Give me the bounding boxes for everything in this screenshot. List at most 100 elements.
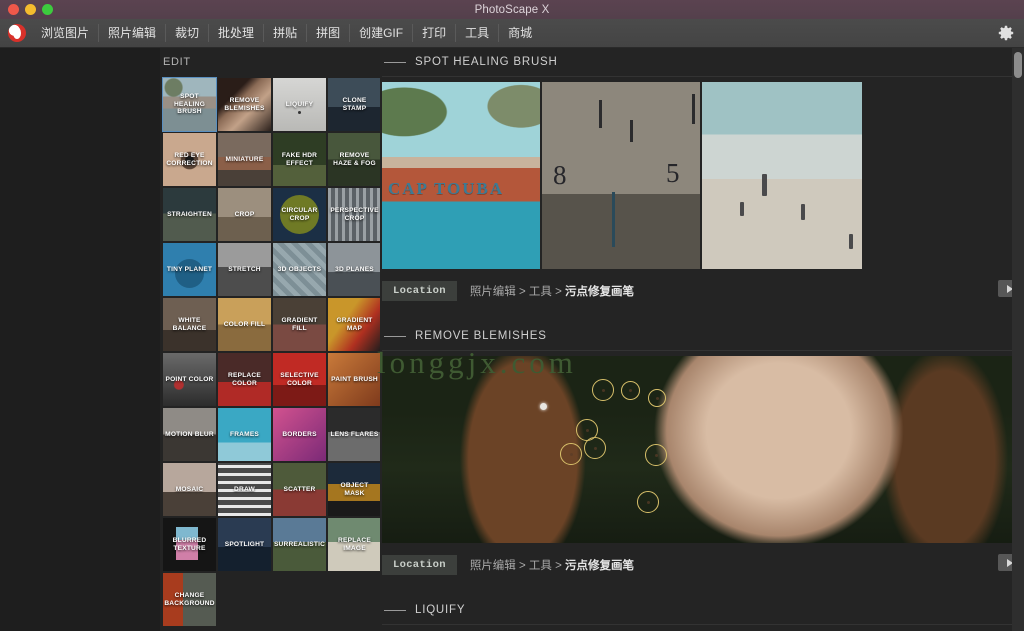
location-label: Location [382, 281, 457, 301]
tool-thumbnail[interactable]: TINY PLANET [163, 243, 216, 296]
tool-thumbnail[interactable]: SELECTIVE COLOR [273, 353, 326, 406]
tool-thumbnail[interactable]: OBJECT MASK [328, 463, 380, 516]
tool-label: RED EYE CORRECTION [166, 152, 213, 167]
tool-label: 3D PLANES [335, 265, 374, 273]
section-title: REMOVE BLEMISHES [415, 330, 547, 342]
blemish-marker [584, 437, 606, 459]
tool-thumbnail[interactable]: LENS FLARES [328, 408, 380, 461]
tool-label: 3D OBJECTS [277, 265, 322, 273]
section-header-liquify: LIQUIFY [380, 596, 1024, 624]
tool-label: PERSPECTIVE CROP [330, 207, 379, 222]
menu-item-3[interactable]: 裁切 [165, 24, 208, 42]
main-scrollbar-thumb[interactable] [1014, 52, 1022, 78]
tool-label: MOSAIC [175, 485, 204, 493]
wall-rod-2 [630, 120, 633, 142]
menu-item-5[interactable]: 拼贴 [263, 24, 306, 42]
edit-tools-sidebar: EDIT SPOT HEALING BRUSH REMOVE BLEMISHES L… [160, 48, 380, 631]
tool-thumbnail[interactable]: BORDERS [273, 408, 326, 461]
tool-thumbnail[interactable]: PERSPECTIVE CROP [328, 188, 380, 241]
left-gutter [0, 48, 160, 631]
tool-thumbnail[interactable]: SURREALISTIC [273, 518, 326, 571]
workspace: EDIT SPOT HEALING BRUSH REMOVE BLEMISHES L… [0, 48, 1024, 631]
tool-label: MOTION BLUR [165, 430, 214, 438]
tool-label: PAINT BRUSH [331, 375, 378, 383]
location-path-prefix: 照片编辑 > 工具 > [469, 560, 566, 572]
tool-thumbnail[interactable]: 3D OBJECTS [273, 243, 326, 296]
tool-thumbnail[interactable]: REMOVE HAZE & FOG [328, 133, 380, 186]
tool-thumbnail[interactable]: STRETCH [218, 243, 271, 296]
tool-thumbnail[interactable]: COLOR FILL [218, 298, 271, 351]
tool-thumbnail[interactable]: FAKE HDR EFFECT [273, 133, 326, 186]
blemish-marker [645, 444, 667, 466]
section-header-remove-blemishes: REMOVE BLEMISHES [380, 322, 1024, 350]
menu-item-9[interactable]: 工具 [455, 24, 498, 42]
photoscape-logo-icon[interactable] [8, 24, 26, 42]
tool-thumbnail[interactable]: DRAW [218, 463, 271, 516]
section-title: LIQUIFY [415, 604, 466, 616]
blemish-marker [560, 443, 582, 465]
preview-photo-portrait [382, 356, 1022, 543]
photo-row-remove-blemishes [380, 351, 1024, 543]
blemish-marker [637, 491, 659, 513]
wall-rod-1 [599, 100, 602, 128]
tool-label: CHANGE BACKGROUND [164, 592, 215, 607]
tool-thumbnail[interactable]: RED EYE CORRECTION [163, 133, 216, 186]
photo-sign-text: CAP TOUBA [388, 179, 505, 198]
beach-figure-1 [762, 174, 767, 196]
wall-digit-right: 5 [666, 158, 680, 188]
tool-thumbnail[interactable]: CIRCULAR CROP [273, 188, 326, 241]
tool-thumbnail[interactable]: CHANGE BACKGROUND [163, 573, 216, 626]
tool-thumbnail[interactable]: PAINT BRUSH [328, 353, 380, 406]
tool-label: SPOT HEALING BRUSH [173, 93, 206, 116]
location-path-prefix: 照片编辑 > 工具 > [469, 286, 566, 298]
menu-items-container: 浏览图片 照片编辑 裁切 批处理 拼贴 拼图 创建GIF 打印 工具 商城 [32, 24, 541, 42]
tool-label: WHITE BALANCE [172, 317, 207, 332]
tool-thumbnail[interactable]: LIQUIFY [273, 78, 326, 131]
tool-thumbnail[interactable]: MINIATURE [218, 133, 271, 186]
tool-thumbnail[interactable]: SPOT HEALING BRUSH [162, 77, 217, 132]
tool-thumbnail[interactable]: FRAMES [218, 408, 271, 461]
tool-thumbnail[interactable]: STRAIGHTEN [163, 188, 216, 241]
tool-label: FAKE HDR EFFECT [281, 152, 318, 167]
tool-label: REMOVE HAZE & FOG [333, 152, 376, 167]
tool-grid: SPOT HEALING BRUSH REMOVE BLEMISHES LIQUIF… [160, 77, 380, 626]
menu-item-7[interactable]: 创建GIF [349, 24, 412, 42]
menu-item-8[interactable]: 打印 [412, 24, 455, 42]
tool-thumbnail[interactable]: GRADIENT MAP [328, 298, 380, 351]
photo-row-spot-healing: CAP TOUBA 8 5 [380, 82, 1024, 269]
tool-thumbnail[interactable]: REMOVE BLEMISHES [218, 78, 271, 131]
preview-photo-beach [702, 82, 862, 269]
beach-figure-3 [801, 204, 805, 220]
tool-thumbnail[interactable]: SCATTER [273, 463, 326, 516]
tool-thumbnail[interactable]: MOTION BLUR [163, 408, 216, 461]
tool-thumbnail[interactable]: REPLACE COLOR [218, 353, 271, 406]
menu-item-1[interactable]: 浏览图片 [32, 24, 98, 42]
tool-thumbnail[interactable]: 3D PLANES [328, 243, 380, 296]
menu-item-2[interactable]: 照片编辑 [98, 24, 165, 42]
tool-label: COLOR FILL [223, 320, 266, 328]
gear-icon[interactable] [998, 25, 1014, 41]
tool-label: TINY PLANET [166, 265, 213, 273]
section-rule [382, 76, 1022, 77]
menu-item-10[interactable]: 商城 [498, 24, 541, 42]
section-dash-icon [384, 61, 406, 63]
tool-thumbnail[interactable]: BLURRED TEXTURE [163, 518, 216, 571]
tool-thumbnail[interactable]: CROP [218, 188, 271, 241]
location-bar-2: Location 照片编辑 > 工具 > 污点修复画笔 [382, 552, 1022, 578]
tool-label: STRETCH [228, 265, 261, 273]
tool-thumbnail[interactable]: MOSAIC [163, 463, 216, 516]
tool-thumbnail[interactable]: GRADIENT FILL [273, 298, 326, 351]
location-bar-1: Location 照片编辑 > 工具 > 污点修复画笔 [382, 278, 1022, 304]
menu-item-4[interactable]: 批处理 [208, 24, 263, 42]
tool-thumbnail[interactable]: SPOTLIGHT [218, 518, 271, 571]
tool-thumbnail[interactable]: POINT COLOR [163, 353, 216, 406]
menu-item-6[interactable]: 拼图 [306, 24, 349, 42]
tool-label: SELECTIVE COLOR [280, 372, 319, 387]
tool-thumbnail[interactable]: REPLACE IMAGE [328, 518, 380, 571]
tool-thumbnail[interactable]: CLONE STAMP [328, 78, 380, 131]
main-menubar: 浏览图片 照片编辑 裁切 批处理 拼贴 拼图 创建GIF 打印 工具 商城 [0, 19, 1024, 48]
window-titlebar: PhotoScape X [0, 0, 1024, 19]
tool-thumbnail[interactable]: WHITE BALANCE [163, 298, 216, 351]
tool-label: SURREALISTIC [273, 540, 326, 548]
main-scrollbar-track[interactable] [1012, 48, 1024, 631]
